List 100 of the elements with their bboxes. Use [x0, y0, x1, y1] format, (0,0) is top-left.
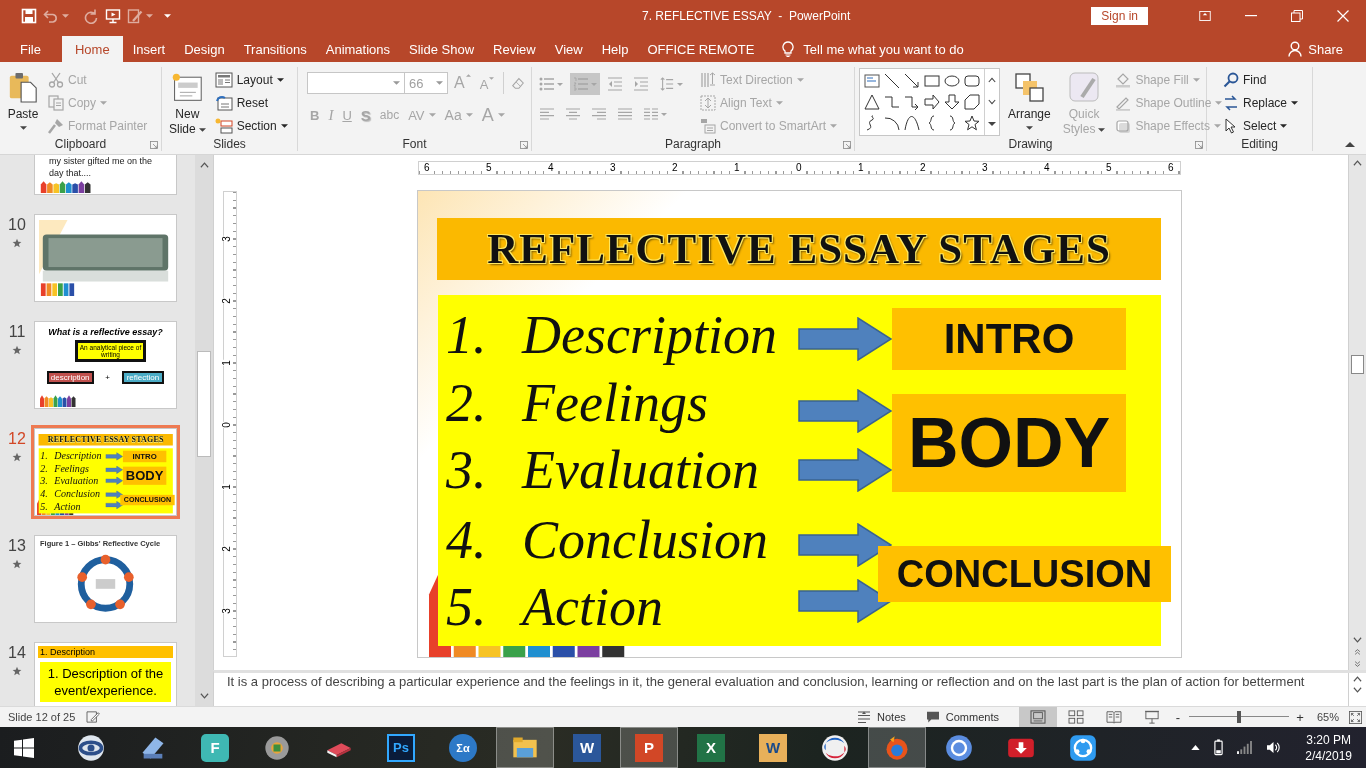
circle-icon — [945, 733, 973, 762]
ribbon-tab[interactable]: Home — [61, 36, 123, 62]
list-number: 5. — [446, 578, 488, 636]
ribbon-tab[interactable]: Slide Show — [400, 36, 484, 62]
share-button[interactable]: Share — [1288, 36, 1343, 62]
share-icon — [1069, 733, 1097, 762]
elbow-arrow-icon — [904, 94, 920, 110]
font-name-field[interactable] — [307, 72, 405, 94]
caret-icon — [1025, 126, 1033, 130]
caret-icon — [146, 14, 153, 18]
ribbon-button[interactable]: Layout — [212, 69, 290, 90]
undo-icon — [43, 8, 59, 24]
scroll-thumb[interactable] — [1351, 355, 1364, 374]
caret-icon — [830, 123, 838, 128]
taskbar-button[interactable]: P — [620, 727, 678, 768]
ribbon-tab[interactable]: Help — [592, 36, 638, 62]
battery-icon — [1214, 739, 1224, 756]
stage-label: BODY — [892, 394, 1126, 492]
tell-me-search[interactable]: Tell me what you want to do — [803, 41, 964, 57]
list-number: 1. — [40, 450, 49, 462]
line-icon — [884, 73, 900, 89]
slide-thumbnail[interactable]: 1. Description 1. Description of the event/experience. — [34, 642, 177, 706]
taskbar-button[interactable]: Σα — [434, 727, 492, 768]
scroll-up-icon — [1353, 676, 1362, 682]
indentinc-icon — [633, 77, 649, 91]
app-icon: P — [635, 733, 663, 762]
taskbar-button[interactable]: W — [744, 727, 802, 768]
font-size-field[interactable]: 66 — [404, 72, 448, 94]
scroll-up-icon — [199, 162, 209, 168]
sign-in-button[interactable]: Sign in — [1091, 7, 1148, 25]
reading-view-icon — [1105, 710, 1122, 724]
taskbar-button[interactable]: Ps — [372, 727, 430, 768]
zoom-out-button[interactable]: - — [1170, 709, 1185, 725]
slider-thumb[interactable] — [1236, 711, 1241, 723]
ribbon-tab[interactable]: Transitions — [234, 36, 316, 62]
ribbon-button[interactable]: Section — [212, 115, 290, 136]
textdir-icon — [700, 71, 716, 88]
caret-icon — [100, 100, 107, 105]
taskbar-button[interactable]: X — [682, 727, 740, 768]
ribbon-tab[interactable]: Animations — [316, 36, 400, 62]
ribbon-button[interactable]: Reset — [212, 92, 290, 113]
copy-icon — [48, 94, 64, 111]
ribbon-options-icon — [1199, 10, 1211, 22]
ruler-number: 2 — [671, 162, 679, 174]
presentation-icon — [105, 8, 121, 24]
ribbon-tab[interactable]: Review — [484, 36, 545, 62]
ruler-number: 6 — [423, 162, 431, 174]
pen-icon — [127, 8, 143, 24]
zoom-slider[interactable] — [1188, 710, 1289, 724]
new-slide-icon — [171, 71, 204, 103]
group-label: Editing — [1241, 137, 1278, 151]
numbering-icon — [573, 77, 589, 91]
app-icon: W — [573, 733, 601, 762]
previous-slide-icon — [1353, 649, 1362, 655]
caret-icon — [497, 113, 505, 117]
taskbar-button[interactable]: W — [558, 727, 616, 768]
minimize-icon — [1245, 15, 1257, 17]
ruler-number: 1 — [220, 484, 233, 490]
caret-icon — [1213, 123, 1221, 128]
arrange-icon — [1013, 71, 1046, 103]
arrange-button[interactable]: Arrange — [1004, 67, 1055, 137]
list-number: 4. — [446, 511, 488, 569]
slide-thumbnail[interactable] — [34, 214, 177, 302]
comments-button[interactable]: Comments — [925, 711, 999, 723]
plus-sign: + — [105, 373, 110, 382]
scrollbar[interactable] — [195, 155, 213, 706]
ribbon-tab[interactable]: OFFICE REMOTE — [638, 36, 764, 62]
block-arrow — [105, 452, 123, 461]
clear-formatting-icon — [510, 76, 527, 90]
caret-icon — [1098, 127, 1106, 132]
zoom-level[interactable]: 65% — [1316, 711, 1339, 723]
list-number: 2. — [446, 374, 488, 432]
list-number: 2. — [40, 462, 49, 474]
notes-button[interactable]: Notes — [857, 711, 906, 723]
app-icon: W — [759, 733, 787, 762]
caret-icon — [1215, 100, 1223, 105]
ruler-number: 1 — [733, 162, 741, 174]
linespacing-icon — [659, 77, 675, 91]
scrollbar[interactable] — [1348, 155, 1366, 670]
shapes-gallery[interactable] — [859, 68, 1000, 136]
group-label: Font — [402, 137, 427, 151]
paste-button[interactable]: Paste — [4, 67, 42, 137]
ribbon-tab[interactable]: File — [0, 36, 61, 62]
ribbon-tab[interactable]: View — [545, 36, 592, 62]
scroll-thumb[interactable] — [197, 351, 211, 457]
justify-icon — [617, 107, 633, 121]
slide-number: 12 — [8, 430, 26, 448]
new-slide-button[interactable]: New Slide — [166, 67, 209, 137]
ribbon-tab[interactable]: Insert — [123, 36, 175, 62]
zoom-in-button[interactable]: + — [1292, 709, 1307, 725]
normal-view-button[interactable] — [1018, 707, 1057, 727]
ruler-number: 1 — [220, 360, 233, 366]
list-item: Evaluation — [54, 475, 99, 487]
ruler-number: 0 — [220, 422, 233, 428]
slide-number: 11 — [8, 323, 26, 341]
ruler-number: 3 — [220, 236, 233, 242]
caret-icon — [465, 74, 471, 77]
restore-icon — [1291, 10, 1303, 22]
ribbon-tab[interactable]: Design — [175, 36, 234, 62]
slide-thumbnail[interactable]: my sister gifted me on the day that.... — [34, 155, 177, 195]
